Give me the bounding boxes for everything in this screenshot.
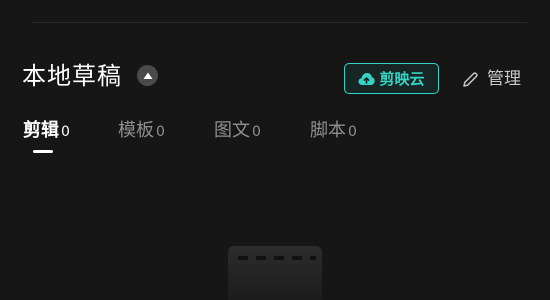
tab-label: 图文 bbox=[214, 120, 250, 141]
film-strip-icon bbox=[228, 246, 322, 300]
tab-template[interactable]: 模板 0 bbox=[118, 118, 165, 145]
tab-label: 脚本 bbox=[310, 120, 346, 141]
film-hole bbox=[274, 256, 284, 260]
film-hole bbox=[310, 256, 316, 260]
tab-edit[interactable]: 剪辑 0 bbox=[23, 118, 70, 145]
tab-image-text[interactable]: 图文 0 bbox=[214, 118, 261, 145]
tab-script[interactable]: 脚本 0 bbox=[310, 118, 357, 145]
active-tab-indicator bbox=[33, 150, 53, 153]
top-divider bbox=[32, 22, 527, 23]
film-hole bbox=[238, 256, 248, 260]
tab-count: 0 bbox=[348, 124, 357, 140]
cloud-button[interactable]: 剪映云 bbox=[344, 63, 439, 94]
manage-label: 管理 bbox=[487, 69, 521, 89]
triangle-up-icon bbox=[143, 72, 152, 79]
tab-count: 0 bbox=[61, 124, 70, 140]
tab-label: 模板 bbox=[118, 120, 154, 141]
manage-button[interactable]: 管理 bbox=[462, 66, 521, 92]
film-hole bbox=[292, 256, 302, 260]
pencil-icon bbox=[463, 71, 478, 87]
cloud-button-label: 剪映云 bbox=[379, 70, 425, 88]
tab-count: 0 bbox=[156, 124, 165, 140]
film-hole bbox=[256, 256, 266, 260]
page-title: 本地草稿 bbox=[22, 62, 122, 90]
tab-count: 0 bbox=[252, 124, 261, 140]
cloud-upload-icon bbox=[358, 72, 376, 85]
drafts-page: 本地草稿 剪映云 管理 剪辑 0 模板 0 图文 0 脚本 0 bbox=[0, 0, 550, 300]
collapse-toggle-button[interactable] bbox=[137, 65, 158, 86]
tab-label: 剪辑 bbox=[23, 120, 59, 141]
